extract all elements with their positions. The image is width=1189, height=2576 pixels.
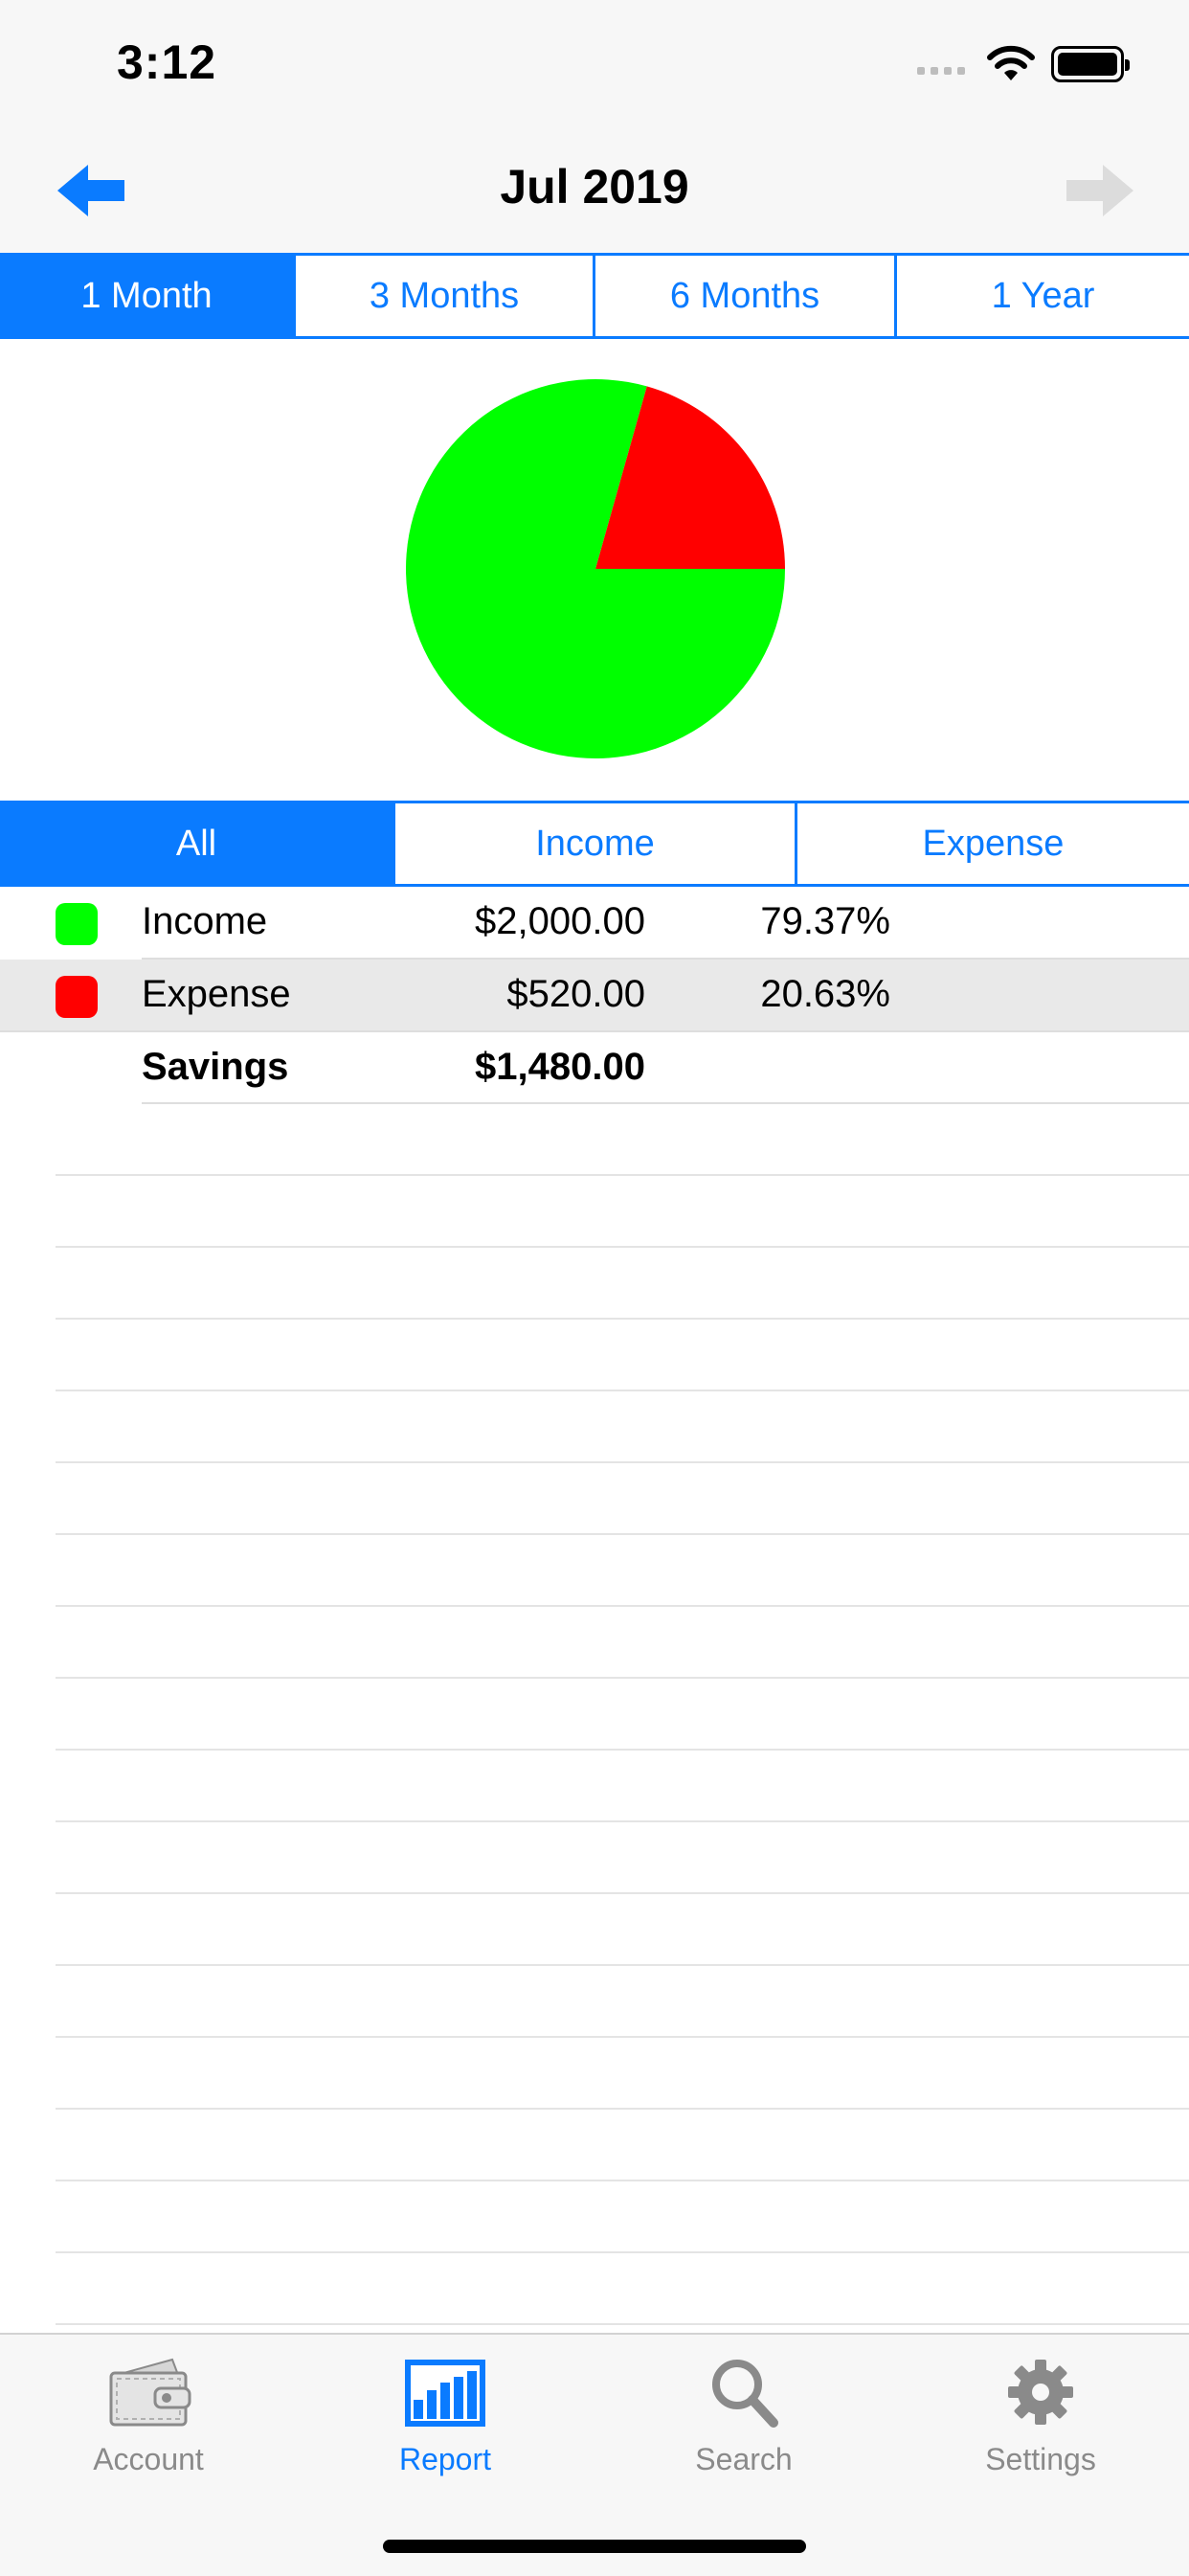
divider [142,1102,1189,1104]
tab-search[interactable]: Search [624,2354,864,2477]
gear-icon [1008,2360,1073,2425]
tab-report[interactable]: Report [325,2354,565,2477]
cellular-signal-icon [917,67,965,75]
row-amount: $1,480.00 [475,1046,645,1088]
filter-segmented-control: All Income Expense [0,801,1189,887]
empty-row-divider [56,2180,1189,2181]
summary-row-savings: Savings $1,480.00 [0,1032,1189,1104]
tab-expense[interactable]: Expense [795,803,1189,884]
empty-row-divider [56,1820,1189,1822]
empty-row-divider [56,1892,1189,1894]
period-segmented-control: 1 Month 3 Months 6 Months 1 Year [0,253,1189,339]
row-amount: $520.00 [506,973,645,1015]
wifi-icon [987,45,1035,80]
tab-label: Settings [985,2442,1096,2476]
summary-row-income[interactable]: Income $2,000.00 79.37% [0,887,1189,959]
tab-label: Search [695,2442,793,2476]
tab-1-month[interactable]: 1 Month [0,256,293,336]
wallet-icon [109,2358,191,2427]
empty-row-divider [56,1749,1189,1751]
tab-income[interactable]: Income [393,803,795,884]
tab-settings[interactable]: Settings [921,2354,1160,2477]
home-indicator [383,2540,806,2553]
empty-row-divider [56,2036,1189,2038]
empty-row-divider [56,1461,1189,1463]
tab-label: Report [398,2442,492,2476]
tab-all[interactable]: All [0,803,393,884]
arrow-right-icon[interactable] [1061,157,1137,224]
empty-row-divider [56,2251,1189,2253]
expense-color-swatch [56,976,98,1018]
empty-row-divider [56,2108,1189,2110]
empty-row-divider [56,1964,1189,1966]
summary-row-expense[interactable]: Expense $520.00 20.63% [0,960,1189,1031]
tab-label: Account [93,2442,204,2476]
row-label: Savings [142,1046,289,1088]
page-title: Jul 2019 [500,160,689,214]
row-label: Expense [142,973,291,1015]
search-icon [712,2360,778,2428]
empty-row-divider [56,1246,1189,1248]
empty-row-divider [56,1677,1189,1679]
status-time: 3:12 [117,35,217,89]
row-amount: $2,000.00 [475,900,645,942]
empty-row-divider [56,2323,1189,2325]
status-bar: 3:12 [0,0,1189,126]
row-percent: 79.37% [760,900,890,942]
empty-row-divider [56,1533,1189,1535]
row-label: Income [142,900,268,942]
empty-row-divider [56,1318,1189,1320]
pie-chart [406,379,785,758]
tab-account[interactable]: Account [29,2354,268,2477]
row-percent: 20.63% [760,973,890,1015]
empty-row-divider [56,1605,1189,1607]
navigation-bar: Jul 2019 [0,126,1189,253]
bar-chart-icon [405,2360,485,2427]
tab-3-months[interactable]: 3 Months [293,256,593,336]
tab-1-year[interactable]: 1 Year [894,256,1189,336]
tab-6-months[interactable]: 6 Months [593,256,894,336]
empty-row-divider [56,1174,1189,1176]
battery-icon [1051,46,1130,82]
empty-row-divider [56,1390,1189,1391]
income-color-swatch [56,903,98,945]
